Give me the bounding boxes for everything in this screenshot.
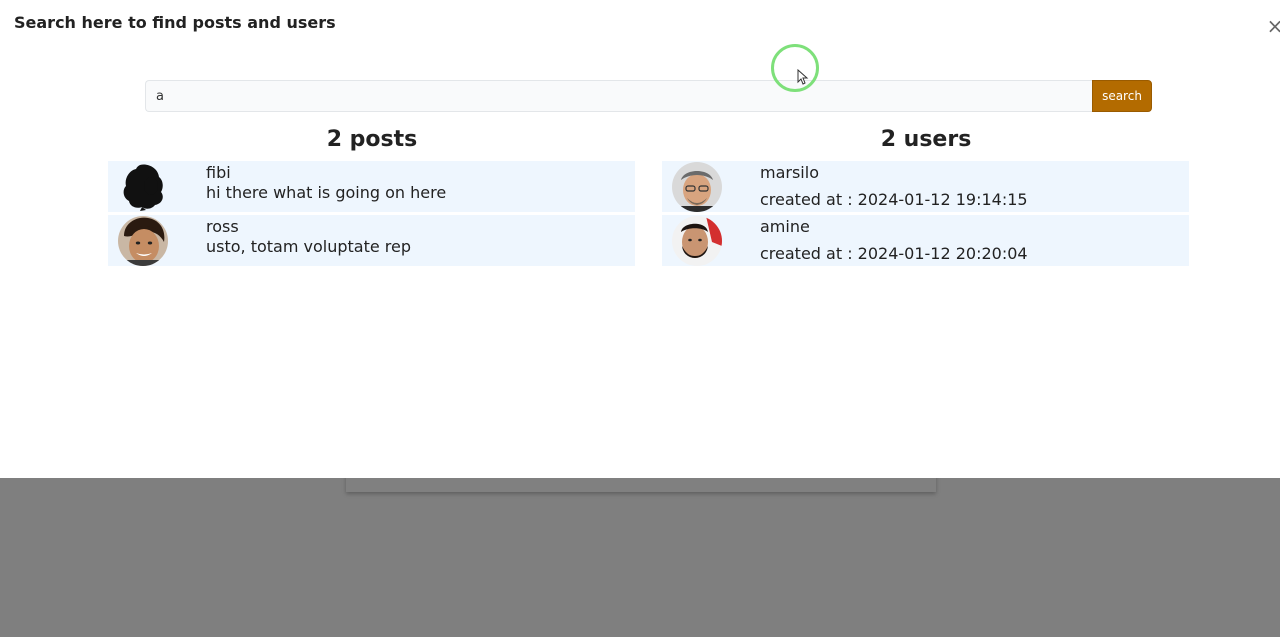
users-count-heading: 2 users: [880, 127, 972, 152]
avatar: [672, 162, 722, 212]
user-name: marsilo: [760, 163, 819, 182]
post-text: usto, totam voluptate rep: [206, 237, 412, 256]
posts-count-heading: 2 posts: [326, 127, 418, 152]
post-author: ross: [206, 217, 239, 236]
avatar: [118, 216, 168, 266]
user-result-item[interactable]: amine created at : 2024-01-12 20:20:04: [662, 215, 1189, 266]
search-button[interactable]: search: [1092, 80, 1152, 112]
post-result-item[interactable]: ross usto, totam voluptate rep: [108, 215, 635, 266]
cursor-highlight-ring: [771, 44, 819, 92]
modal-title: Search here to find posts and users: [14, 13, 336, 32]
user-created-at: created at : 2024-01-12 19:14:15: [760, 190, 1028, 209]
post-result-item[interactable]: fibi hi there what is going on here: [108, 161, 635, 212]
post-text: hi there what is going on here: [206, 183, 447, 202]
mouse-cursor-icon: [797, 69, 809, 85]
search-input[interactable]: [145, 80, 1092, 112]
avatar: [118, 162, 168, 212]
search-bar: search: [145, 80, 1152, 112]
user-result-item[interactable]: marsilo created at : 2024-01-12 19:14:15: [662, 161, 1189, 212]
search-modal: Search here to find posts and users × se…: [0, 0, 1280, 478]
post-author: fibi: [206, 163, 231, 182]
user-created-at: created at : 2024-01-12 20:20:04: [760, 244, 1028, 263]
user-name: amine: [760, 217, 810, 236]
close-icon[interactable]: ×: [1266, 15, 1280, 37]
avatar: [672, 216, 722, 266]
